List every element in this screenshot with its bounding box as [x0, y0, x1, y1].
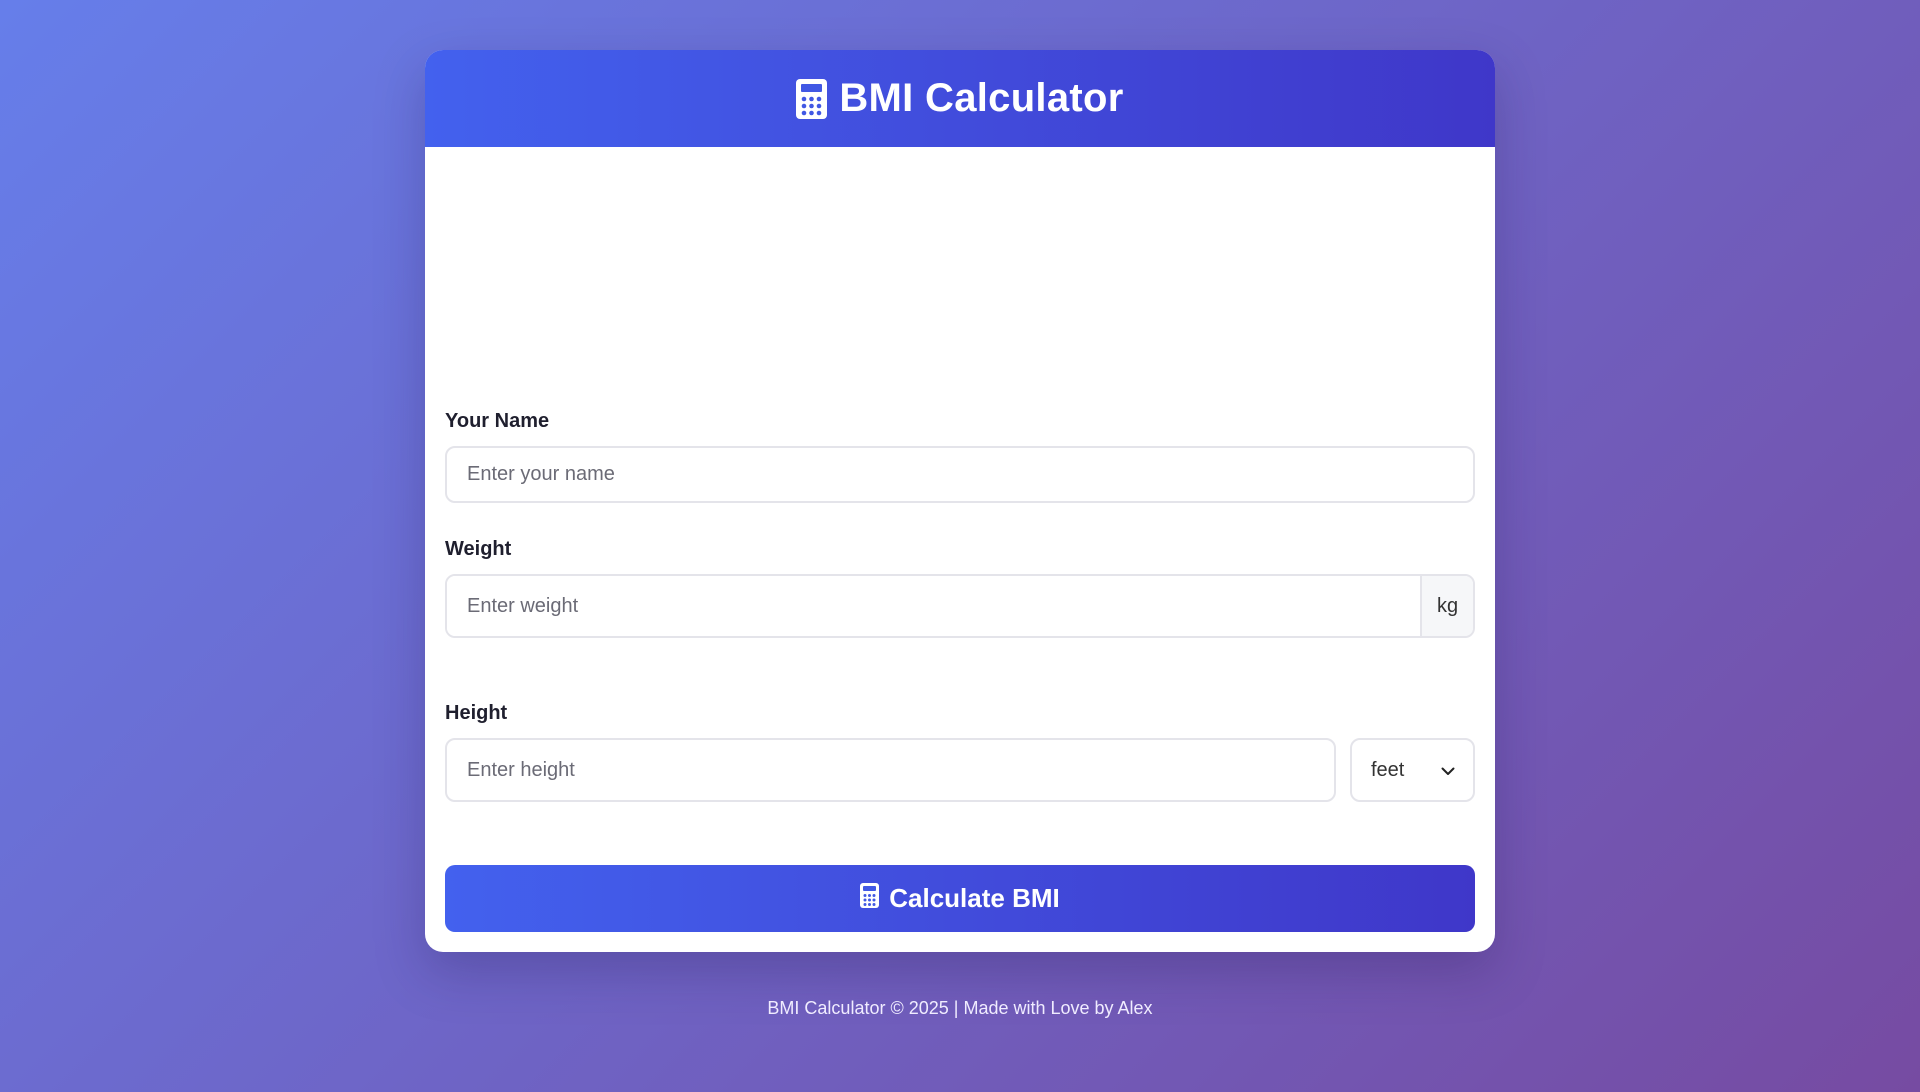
form-body: Your Name Weight kg Height feet: [425, 147, 1495, 952]
height-unit-selected: feet: [1371, 758, 1405, 781]
page-title: BMI Calculator: [839, 76, 1124, 120]
name-label: Your Name: [445, 410, 550, 432]
height-input[interactable]: [445, 738, 1336, 802]
calculate-bmi-button[interactable]: Calculate BMI: [445, 865, 1475, 932]
calculate-bmi-label: Calculate BMI: [889, 883, 1060, 913]
name-input[interactable]: [445, 446, 1475, 503]
weight-input-group: kg: [445, 574, 1475, 638]
weight-label: Weight: [445, 538, 512, 560]
card-header: BMI Calculator: [425, 50, 1495, 147]
calculator-icon: [796, 78, 828, 119]
weight-input[interactable]: [447, 576, 1420, 636]
header-title-group: BMI Calculator: [796, 76, 1123, 121]
chevron-down-icon: [1441, 759, 1455, 782]
height-unit-select[interactable]: feet: [1350, 738, 1475, 802]
bmi-card: BMI Calculator Your Name Weight kg Heigh…: [425, 50, 1495, 952]
weight-unit-label: kg: [1420, 576, 1473, 636]
calculator-icon: [860, 882, 880, 915]
height-label: Height: [445, 702, 508, 724]
footer-text: BMI Calculator © 2025 | Made with Love b…: [767, 998, 1153, 1018]
